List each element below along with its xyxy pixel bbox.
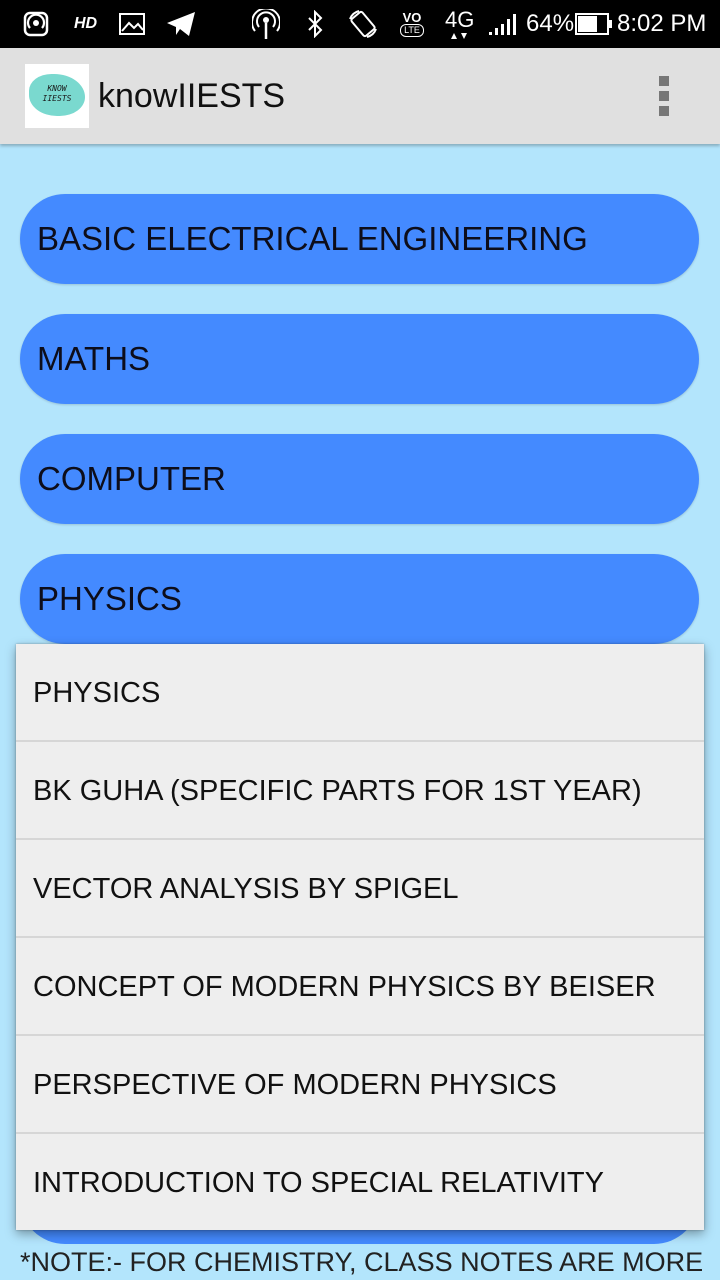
signal-icon [488,10,522,38]
physics-popup-menu: PHYSICS BK GUHA (SPECIFIC PARTS FOR 1ST … [16,644,704,1230]
battery-percent: 64% [526,10,575,37]
subject-button-basic-electrical[interactable]: BASIC ELECTRICAL ENGINEERING [20,194,699,284]
logo-text-line2: IIESTS [42,94,72,103]
menu-item-bk-guha[interactable]: BK GUHA (SPECIFIC PARTS FOR 1ST YEAR) [16,742,704,840]
volte-icon: VO LTE [396,10,428,38]
subject-button-computer[interactable]: COMPUTER [20,434,699,524]
chemistry-note: *NOTE:- FOR CHEMISTRY, CLASS NOTES ARE M… [20,1247,704,1277]
menu-item-perspective-modern-physics[interactable]: PERSPECTIVE OF MODERN PHYSICS [16,1036,704,1134]
logo-text-line1: KNOW [47,84,67,93]
bluetooth-icon [304,10,326,38]
telegram-icon [164,10,198,38]
hotspot-icon [22,10,50,38]
data-arrows-icon [447,32,471,40]
clock: 8:02 PM [617,10,707,37]
menu-item-modern-physics-beiser[interactable]: CONCEPT OF MODERN PHYSICS BY BEISER [16,938,704,1036]
menu-item-special-relativity[interactable]: INTRODUCTION TO SPECIAL RELATIVITY [16,1134,704,1232]
network-type: 4G [445,7,475,32]
app-logo: KNOW IIESTS [25,64,89,128]
battery-icon [575,10,613,38]
more-vert-icon[interactable] [650,72,678,120]
image-icon [118,10,146,38]
wifi-antenna-icon [252,9,280,39]
menu-item-vector-analysis[interactable]: VECTOR ANALYSIS BY SPIGEL [16,840,704,938]
rotate-icon [346,10,380,38]
app-bar: KNOW IIESTS knowIIESTS [0,48,720,144]
status-bar: HD VO LTE 4G 64% 8:02 PM [0,0,720,48]
hd-icon: HD [74,15,98,32]
subject-button-maths[interactable]: MATHS [20,314,699,404]
subject-button-physics[interactable]: PHYSICS [20,554,699,644]
menu-item-physics[interactable]: PHYSICS [16,644,704,742]
app-title: knowIIESTS [98,77,286,115]
